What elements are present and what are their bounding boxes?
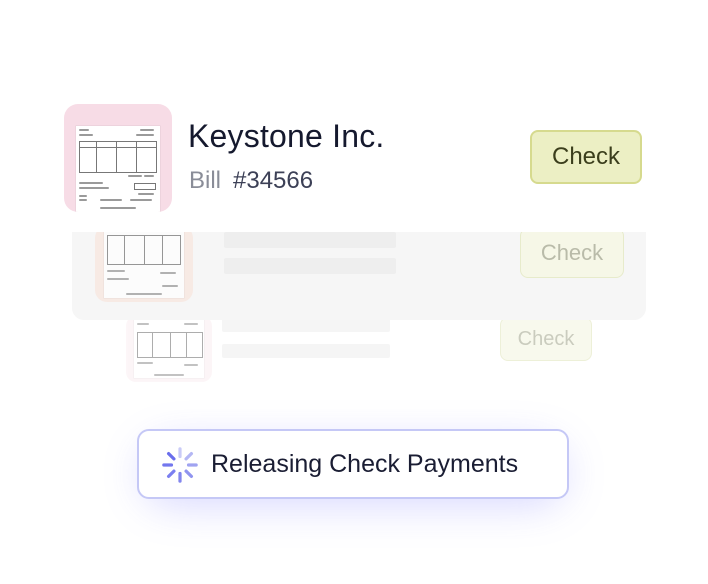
bill-number: #34566 xyxy=(233,167,314,194)
payments-stage: Check Check Keystone Inc. Bill #34566 Ch… xyxy=(0,0,708,584)
placeholder-line xyxy=(224,258,396,274)
bill-label: Bill xyxy=(189,167,222,194)
spinner-icon xyxy=(162,447,198,483)
status-banner: Releasing Check Payments xyxy=(137,429,569,499)
bill-thumbnail xyxy=(64,104,172,212)
vendor-name: Keystone Inc. xyxy=(188,118,385,154)
bill-thumbnail xyxy=(95,226,193,302)
placeholder-line xyxy=(222,344,390,358)
placeholder-line xyxy=(222,318,390,332)
bill-thumbnail xyxy=(126,316,212,382)
placeholder-line xyxy=(224,232,396,248)
check-button[interactable]: Check xyxy=(500,317,592,361)
check-button[interactable]: Check xyxy=(520,228,624,278)
status-text: Releasing Check Payments xyxy=(211,450,519,478)
bill-reference: Bill #34566 xyxy=(189,167,313,195)
check-button[interactable]: Check xyxy=(530,130,642,184)
